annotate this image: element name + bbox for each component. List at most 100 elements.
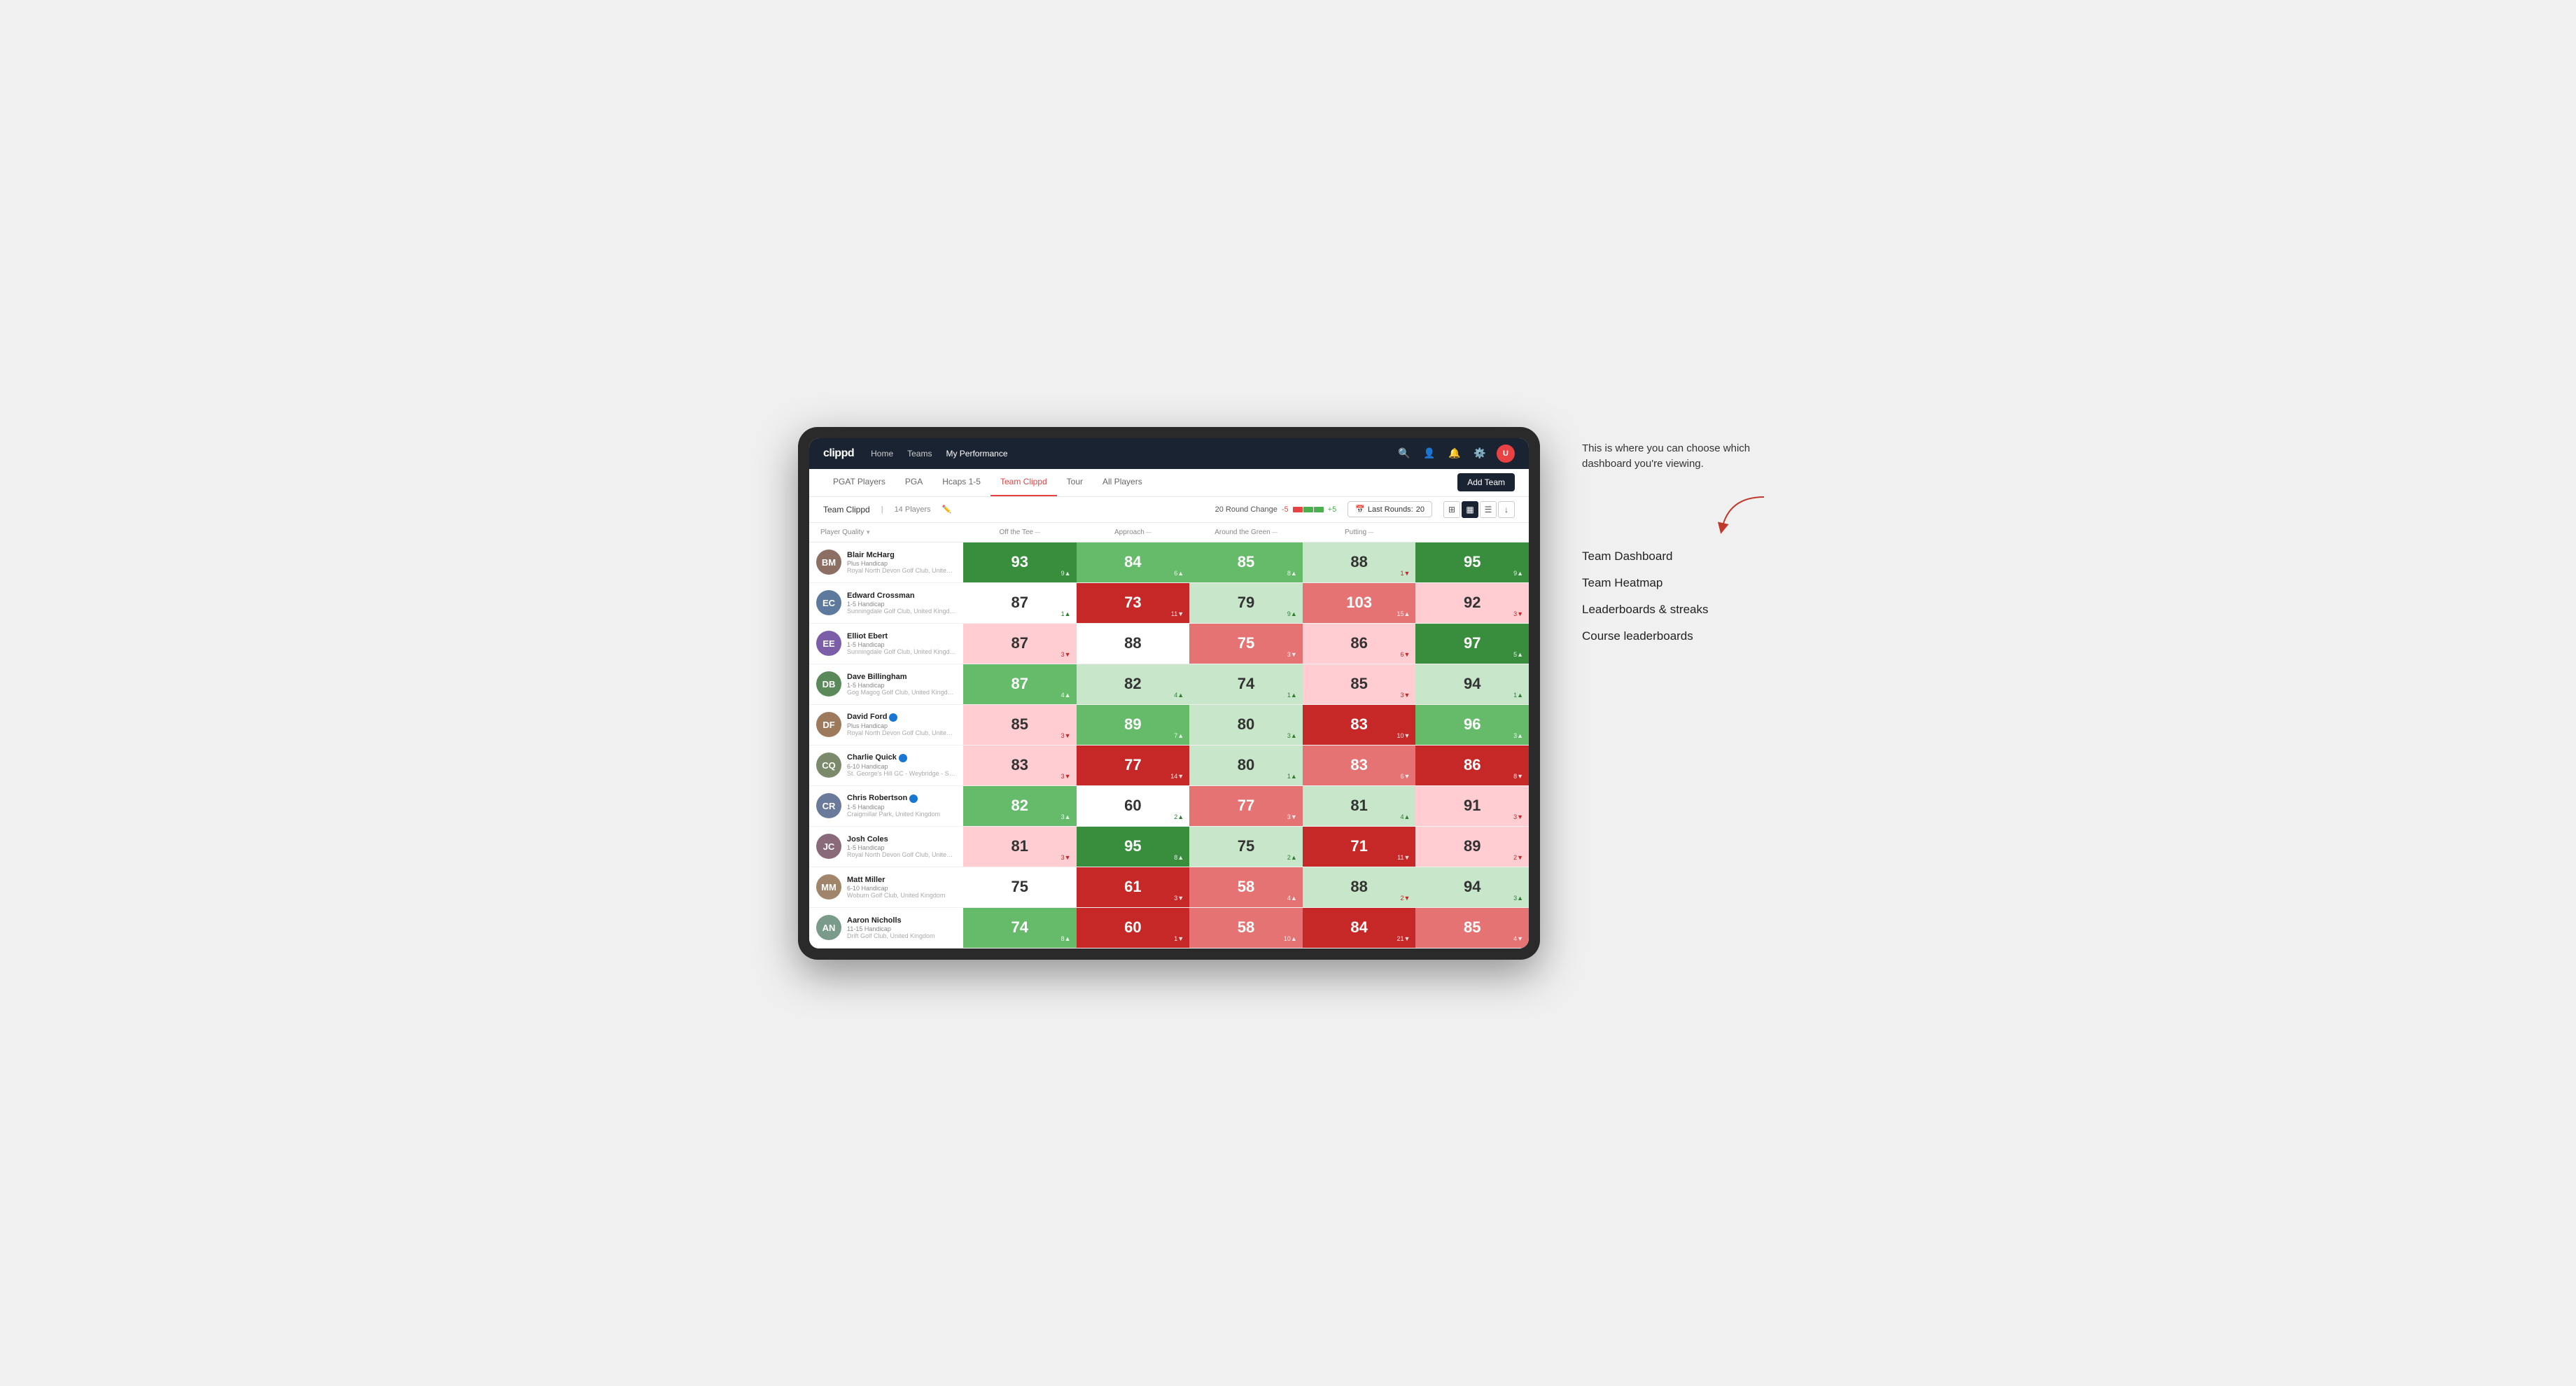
- score-change: 4▲: [1400, 813, 1410, 820]
- score-change: 6▲: [1174, 570, 1184, 577]
- data-table: Player Quality ▼ Off the Tee — Approach …: [809, 523, 1529, 948]
- score-cell: 773▼: [1189, 786, 1303, 826]
- player-club: Drift Golf Club, United Kingdom: [847, 932, 956, 939]
- score-cell: 7714▼: [1077, 746, 1190, 785]
- nav-home[interactable]: Home: [871, 446, 893, 461]
- player-handicap: 6-10 Handicap: [847, 885, 956, 892]
- col-around-green[interactable]: Around the Green —: [1189, 527, 1303, 538]
- table-row[interactable]: CRChris Robertson1-5 HandicapCraigmillar…: [809, 786, 1529, 827]
- subnav-hcaps[interactable]: Hcaps 1-5: [932, 468, 990, 496]
- player-info: Blair McHargPlus HandicapRoyal North Dev…: [847, 551, 956, 574]
- table-row[interactable]: ANAaron Nicholls11-15 HandicapDrift Golf…: [809, 908, 1529, 948]
- arrow-svg: [1715, 493, 1771, 536]
- subnav-pga[interactable]: PGA: [895, 468, 932, 496]
- search-icon[interactable]: 🔍: [1396, 445, 1413, 462]
- player-avatar: BM: [816, 550, 841, 575]
- score-change: 15▲: [1396, 610, 1410, 617]
- col-approach[interactable]: Approach —: [1077, 527, 1190, 538]
- score-value: 83: [1011, 756, 1028, 774]
- subnav-pgat-players[interactable]: PGAT Players: [823, 468, 895, 496]
- table-row[interactable]: MMMatt Miller6-10 HandicapWoburn Golf Cl…: [809, 867, 1529, 908]
- table-row[interactable]: DBDave Billingham1-5 HandicapGog Magog G…: [809, 664, 1529, 705]
- col-player-quality[interactable]: Player Quality ▼: [809, 527, 963, 538]
- player-name: Elliot Ebert: [847, 632, 956, 640]
- player-cell: ANAaron Nicholls11-15 HandicapDrift Golf…: [809, 908, 963, 948]
- score-value: 84: [1350, 918, 1367, 937]
- player-name: Chris Robertson: [847, 794, 956, 802]
- table-row[interactable]: CQCharlie Quick6-10 HandicapSt. George's…: [809, 746, 1529, 786]
- score-cell: 753▼: [1189, 624, 1303, 664]
- table-row[interactable]: BM Blair McHargPlus HandicapRoyal North D…: [809, 542, 1529, 583]
- subnav-all-players[interactable]: All Players: [1093, 468, 1152, 496]
- score-cell: 613▼: [1077, 867, 1190, 907]
- player-handicap: 1-5 Handicap: [847, 682, 956, 689]
- player-name: Aaron Nicholls: [847, 916, 956, 925]
- score-cell: 7111▼: [1303, 827, 1416, 867]
- col-putting[interactable]: Putting —: [1303, 527, 1416, 538]
- score-change: 14▼: [1170, 773, 1184, 780]
- score-cell: 882▼: [1303, 867, 1416, 907]
- score-value: 75: [1238, 837, 1254, 855]
- score-change: 4▲: [1061, 692, 1071, 699]
- score-cell: 10315▲: [1303, 583, 1416, 623]
- score-cell: 88: [1077, 624, 1190, 664]
- annotation-description: This is where you can choose which dashb…: [1582, 441, 1778, 472]
- score-change: 2▼: [1400, 895, 1410, 902]
- view-list-btn[interactable]: ▦: [1462, 501, 1478, 518]
- score-change: 3▼: [1061, 854, 1071, 861]
- person-icon[interactable]: 👤: [1421, 445, 1438, 462]
- view-card-btn[interactable]: ☰: [1480, 501, 1497, 518]
- player-info: David FordPlus HandicapRoyal North Devon…: [847, 713, 956, 736]
- score-change: 9▲: [1287, 610, 1297, 617]
- player-info: Edward Crossman1-5 HandicapSunningdale G…: [847, 592, 956, 615]
- score-value: 88: [1124, 634, 1141, 652]
- score-change: 9▲: [1061, 570, 1071, 577]
- round-change-section: 20 Round Change -5 +5: [1215, 505, 1337, 514]
- score-value: 86: [1464, 756, 1480, 774]
- table-row[interactable]: JCJosh Coles1-5 HandicapRoyal North Devo…: [809, 827, 1529, 867]
- score-change: 4▲: [1174, 692, 1184, 699]
- settings-icon[interactable]: ⚙️: [1471, 445, 1488, 462]
- edit-team-icon[interactable]: ✏️: [942, 505, 952, 514]
- subnav-team-clippd[interactable]: Team Clippd: [990, 468, 1057, 496]
- score-value: 83: [1350, 756, 1367, 774]
- score-change: 9▲: [1513, 570, 1523, 577]
- score-change: 5▲: [1513, 651, 1523, 658]
- player-cell: CQCharlie Quick6-10 HandicapSt. George's…: [809, 746, 963, 785]
- player-name: Edward Crossman: [847, 592, 956, 600]
- table-row[interactable]: DF David FordPlus HandicapRoyal North Dev…: [809, 705, 1529, 746]
- add-team-button[interactable]: Add Team: [1457, 473, 1515, 491]
- score-cell: 602▲: [1077, 786, 1190, 826]
- bell-icon[interactable]: 🔔: [1446, 445, 1463, 462]
- last-rounds-button[interactable]: 📅 Last Rounds: 20: [1348, 501, 1432, 517]
- table-row[interactable]: EEElliot Ebert1-5 HandicapSunningdale Go…: [809, 624, 1529, 664]
- score-value: 82: [1011, 797, 1028, 815]
- score-change: 10▼: [1396, 732, 1410, 739]
- score-cell: 803▲: [1189, 705, 1303, 745]
- option-team-heatmap: Team Heatmap: [1582, 576, 1778, 590]
- sort-icon: —: [1272, 529, 1278, 536]
- last-rounds-value: 20: [1416, 505, 1424, 514]
- score-cell: 846▲: [1077, 542, 1190, 582]
- table-body: BM Blair McHargPlus HandicapRoyal North D…: [809, 542, 1529, 948]
- player-cell: ECEdward Crossman1-5 HandicapSunningdale…: [809, 583, 963, 623]
- view-grid-btn[interactable]: ⊞: [1443, 501, 1460, 518]
- score-change: 1▲: [1513, 692, 1523, 699]
- nav-my-performance[interactable]: My Performance: [946, 446, 1007, 461]
- view-download-btn[interactable]: ↓: [1498, 501, 1515, 518]
- player-avatar: DF: [816, 712, 841, 737]
- score-cell: 836▼: [1303, 746, 1416, 785]
- player-handicap: 11-15 Handicap: [847, 925, 956, 932]
- player-cell: DBDave Billingham1-5 HandicapGog Magog G…: [809, 664, 963, 704]
- subnav: PGAT Players PGA Hcaps 1-5 Team Clippd T…: [809, 469, 1529, 497]
- score-cell: 823▲: [963, 786, 1077, 826]
- col-off-tee[interactable]: Off the Tee —: [963, 527, 1077, 538]
- player-name: Dave Billingham: [847, 673, 956, 681]
- user-avatar[interactable]: U: [1497, 444, 1515, 463]
- table-header: Player Quality ▼ Off the Tee — Approach …: [809, 523, 1529, 542]
- nav-teams[interactable]: Teams: [907, 446, 932, 461]
- subnav-tour[interactable]: Tour: [1057, 468, 1093, 496]
- score-change: 8▼: [1513, 773, 1523, 780]
- score-change: 3▼: [1287, 813, 1297, 820]
- table-row[interactable]: ECEdward Crossman1-5 HandicapSunningdale…: [809, 583, 1529, 624]
